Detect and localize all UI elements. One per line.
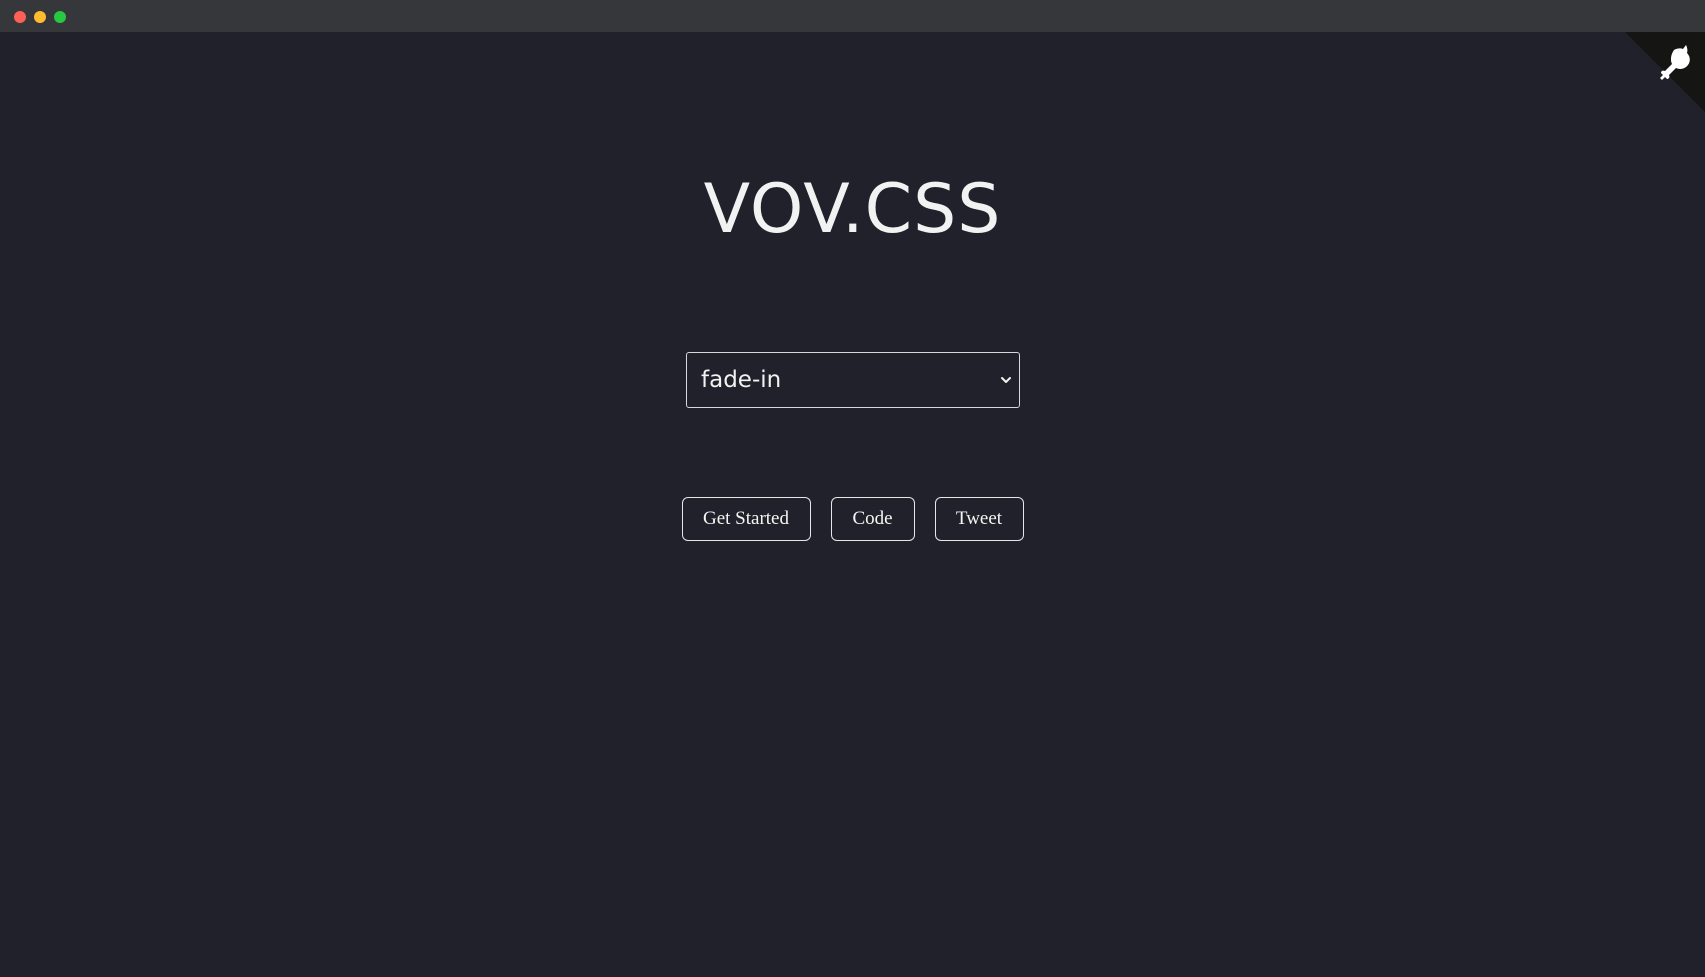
code-button[interactable]: Code: [830, 497, 915, 541]
page-title: VOV.CSS: [703, 170, 1002, 249]
close-window-button[interactable]: [14, 11, 26, 23]
minimize-window-button[interactable]: [34, 11, 46, 23]
page-content: VOV.CSS fade-in Get Started Code Tweet: [0, 32, 1705, 977]
animation-select[interactable]: fade-in: [686, 352, 1020, 408]
title-bar: [0, 0, 1705, 32]
animation-select-value: fade-in: [701, 367, 782, 393]
maximize-window-button[interactable]: [54, 11, 66, 23]
tweet-button[interactable]: Tweet: [934, 497, 1024, 541]
action-buttons: Get Started Code Tweet: [0, 497, 1705, 541]
browser-window: VOV.CSS fade-in Get Started Code Tweet: [0, 0, 1705, 977]
chevron-down-icon: [1001, 377, 1011, 383]
get-started-button[interactable]: Get Started: [681, 497, 811, 541]
